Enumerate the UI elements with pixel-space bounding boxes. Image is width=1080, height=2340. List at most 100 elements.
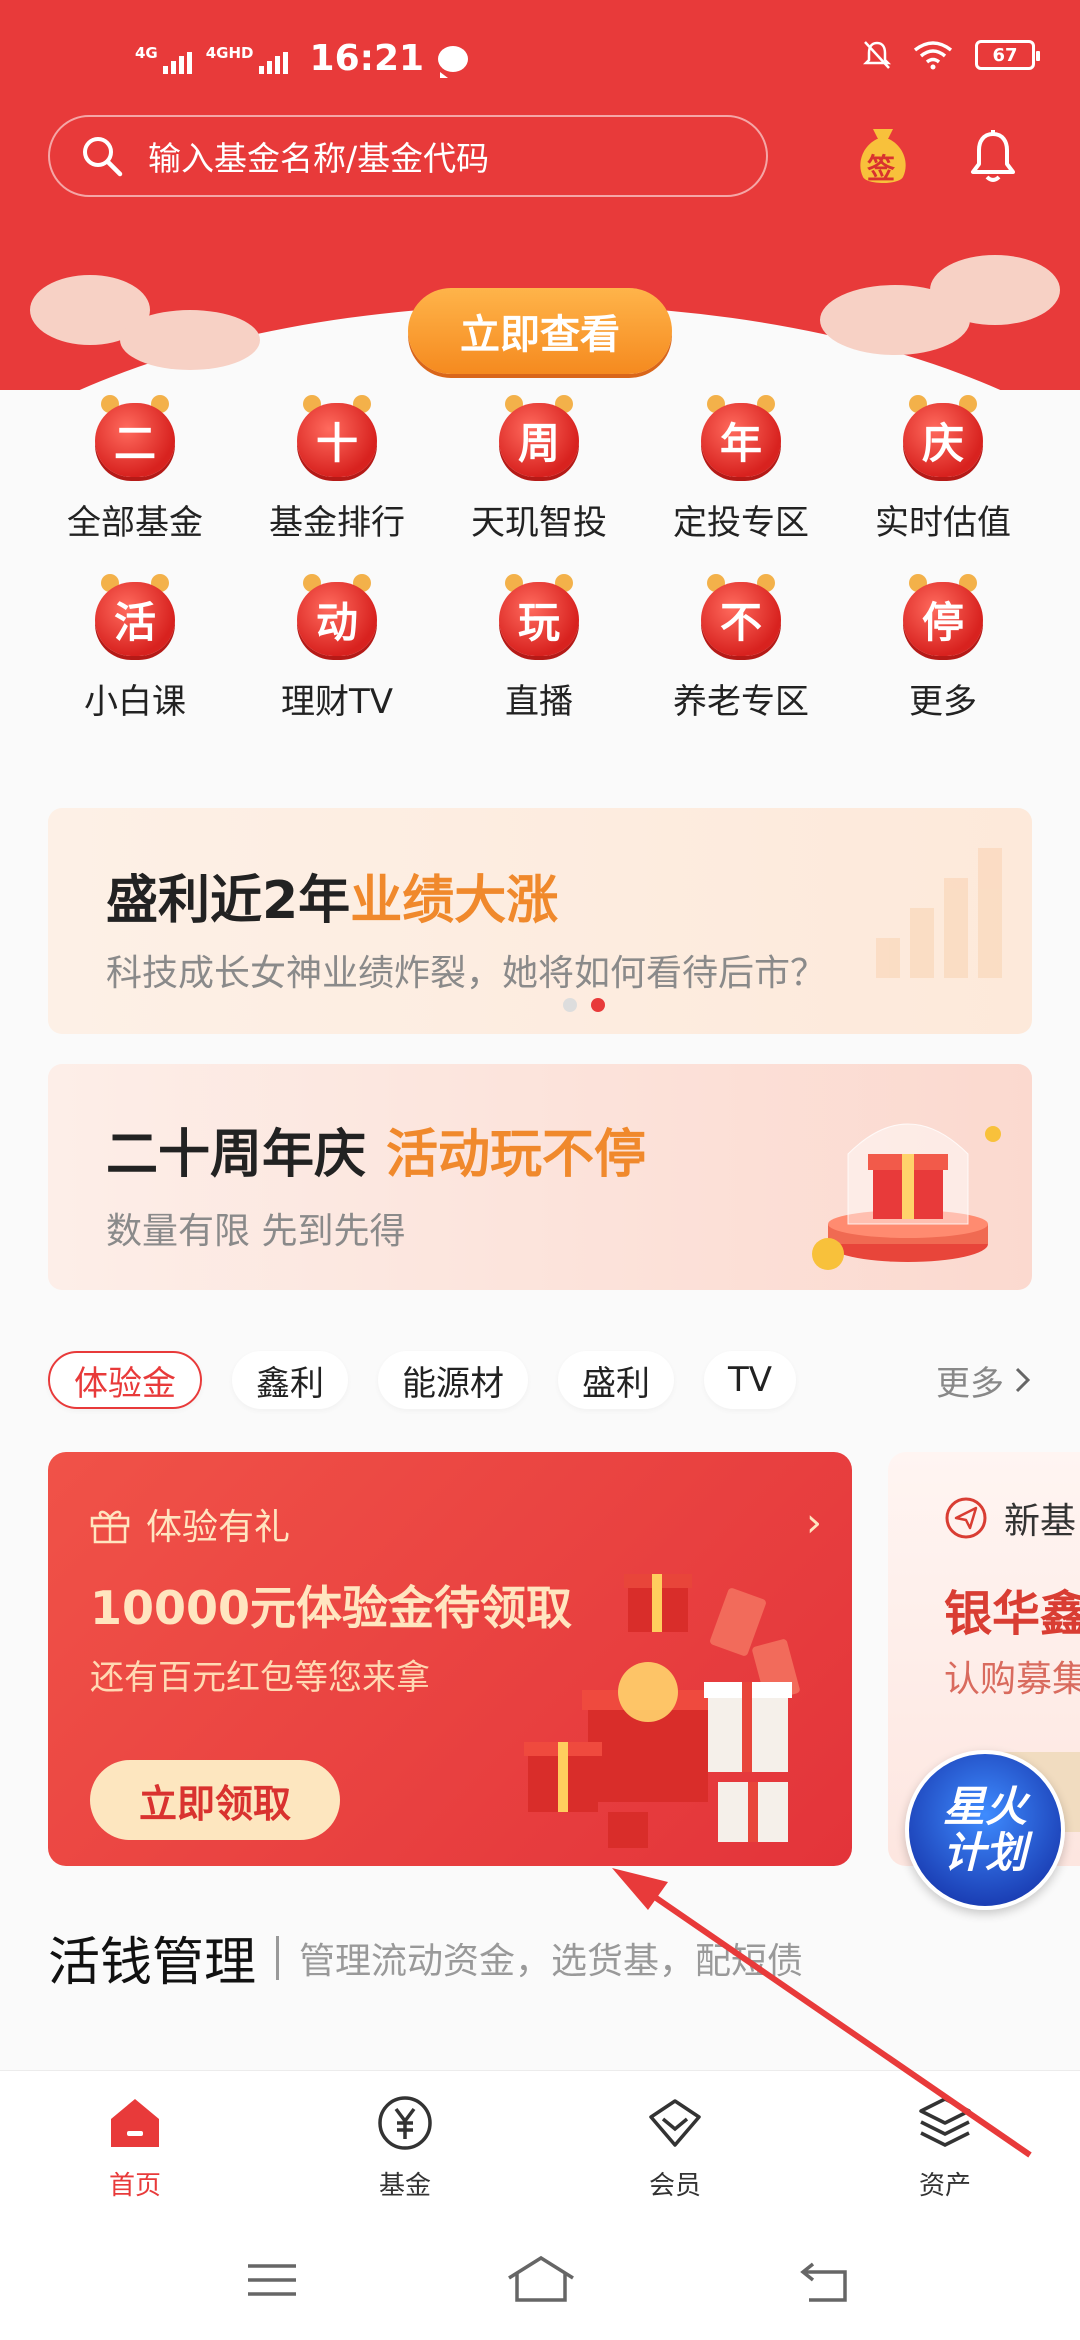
card-header-label: 新基 bbox=[1004, 1501, 1077, 1542]
promo-card-performance[interactable]: 盛利近2年业绩大涨 科技成长女神业绩炸裂，她将如何看待后市？ bbox=[48, 808, 1032, 1034]
grid-label: 定投专区 bbox=[673, 503, 809, 543]
grid-label: 直播 bbox=[505, 682, 573, 722]
search-input[interactable]: 输入基金名称/基金代码 bbox=[48, 115, 768, 197]
tag-energy[interactable]: 能源材 bbox=[378, 1351, 528, 1409]
nav-label: 首页 bbox=[108, 2171, 161, 2201]
home-icon bbox=[111, 2099, 159, 2147]
festival-icon: 年 bbox=[701, 395, 781, 477]
tag-shengli[interactable]: 盛利 bbox=[558, 1351, 674, 1409]
card-headline: 10000元体验金待领取 bbox=[90, 1581, 573, 1635]
festival-icon: 庆 bbox=[903, 395, 983, 477]
nav-label: 资产 bbox=[918, 2171, 971, 2201]
grid-item-fixed-invest[interactable]: 年 定投专区 bbox=[640, 395, 842, 544]
message-icon bbox=[438, 45, 469, 78]
chevron-right-icon: › bbox=[806, 1500, 822, 1546]
signal-icon-2: 4GHD bbox=[206, 44, 288, 74]
grid-item-beginner-class[interactable]: 活 小白课 bbox=[34, 574, 236, 723]
card-subtitle: 还有百元红包等您来拿 bbox=[90, 1658, 430, 1698]
nav-member[interactable]: 会员 bbox=[540, 2071, 810, 2220]
section-subtitle: 管理流动资金，选货基，配短债 bbox=[299, 1940, 804, 1982]
grid-item-realtime-valuation[interactable]: 庆 实时估值 bbox=[842, 395, 1044, 544]
nav-fund[interactable]: 基金 bbox=[270, 2071, 540, 2220]
wifi-icon bbox=[913, 41, 953, 70]
promo-card-anniversary[interactable]: 二十周年庆 活动玩不停 数量有限 先到先得 bbox=[48, 1064, 1032, 1290]
card-header: 体验有礼 bbox=[88, 1498, 290, 1550]
gift-icon bbox=[90, 1510, 130, 1544]
grid-label: 实时估值 bbox=[875, 503, 1011, 543]
grid-item-fund-ranking[interactable]: 十 基金排行 bbox=[236, 395, 438, 544]
back-icon[interactable] bbox=[795, 2250, 855, 2310]
section-header: 活钱管理 管理流动资金，选货基，配短债 bbox=[48, 1920, 803, 1995]
clock: 16:21 bbox=[309, 38, 425, 79]
send-icon bbox=[945, 1497, 987, 1539]
diamond-icon bbox=[649, 2099, 701, 2147]
nav-home[interactable]: 首页 bbox=[0, 2071, 270, 2220]
cloud-decoration bbox=[930, 255, 1060, 325]
nav-label: 基金 bbox=[378, 2171, 431, 2201]
card-headline: 银华鑫 bbox=[944, 1586, 1080, 1642]
festival-icon: 活 bbox=[95, 574, 175, 656]
festival-icon: 周 bbox=[499, 395, 579, 477]
status-bar: 4G 4GHD 16:21 67 bbox=[0, 30, 1080, 90]
menu-icon[interactable] bbox=[242, 2250, 302, 2310]
grid-label: 天玑智投 bbox=[471, 503, 607, 543]
festival-icon: 停 bbox=[903, 574, 983, 656]
gift-pile-icon bbox=[524, 1574, 800, 1848]
battery-icon: 67 bbox=[975, 40, 1040, 70]
card-header-label: 体验有礼 bbox=[146, 1507, 291, 1548]
grid-label: 更多 bbox=[909, 682, 977, 722]
tag-xinli[interactable]: 鑫利 bbox=[232, 1351, 348, 1409]
chevron-right-icon bbox=[1015, 1367, 1031, 1393]
network-type-label: 4G bbox=[135, 43, 158, 62]
silent-mode-icon bbox=[863, 41, 891, 69]
chart-decoration bbox=[876, 848, 1002, 978]
carousel-dots bbox=[563, 998, 605, 1012]
nav-label: 会员 bbox=[648, 2171, 701, 2201]
grid-item-live[interactable]: 玩 直播 bbox=[438, 574, 640, 723]
signal-icon: 4G bbox=[135, 44, 192, 74]
spark-plan-badge[interactable]: 星火 计划 bbox=[905, 1750, 1065, 1910]
nav-assets[interactable]: 资产 bbox=[810, 2071, 1080, 2220]
grid-item-all-funds[interactable]: 二 全部基金 bbox=[34, 395, 236, 544]
layers-icon bbox=[919, 2097, 971, 2147]
battery-level: 67 bbox=[992, 44, 1018, 66]
claim-now-button[interactable]: 立即领取 bbox=[90, 1760, 340, 1840]
network-type-label-2: 4GHD bbox=[205, 43, 254, 62]
cloud-decoration bbox=[120, 310, 260, 370]
card-subtitle: 认购募集 bbox=[944, 1659, 1080, 1700]
notification-bell-icon[interactable] bbox=[965, 128, 1021, 188]
tag-tv[interactable]: TV bbox=[704, 1351, 797, 1409]
card-header: 新基 bbox=[944, 1492, 1076, 1544]
promo-subtitle: 科技成长女神业绩炸裂，她将如何看待后市？ bbox=[106, 953, 827, 994]
grid-item-pension[interactable]: 不 养老专区 bbox=[640, 574, 842, 723]
badge-line1: 星火 bbox=[942, 1782, 1027, 1831]
section-title: 活钱管理 bbox=[48, 1933, 257, 1993]
grid-label: 基金排行 bbox=[269, 503, 405, 543]
tags-more-button[interactable]: 更多 bbox=[936, 1356, 1032, 1405]
grid-item-finance-tv[interactable]: 动 理财TV bbox=[236, 574, 438, 723]
grid-item-smart-invest[interactable]: 周 天玑智投 bbox=[438, 395, 640, 544]
festival-icon: 动 bbox=[297, 574, 377, 656]
feature-grid: 二 全部基金 十 基金排行 周 天玑智投 年 定投专区 庆 实时估值 活 小白课… bbox=[0, 395, 1080, 723]
bottom-nav: 首页 基金 会员 资产 bbox=[0, 2070, 1080, 2220]
search-icon bbox=[83, 137, 123, 177]
tag-trial-fund[interactable]: 体验金 bbox=[48, 1351, 202, 1409]
search-placeholder: 输入基金名称/基金代码 bbox=[148, 139, 490, 178]
grid-label: 小白课 bbox=[84, 682, 186, 722]
sign-label: 签 bbox=[867, 152, 896, 185]
yuan-icon bbox=[378, 2096, 432, 2150]
festival-icon: 二 bbox=[95, 395, 175, 477]
sign-in-button[interactable]: 签 bbox=[855, 125, 911, 187]
header: 4G 4GHD 16:21 67 输入基金名称/基金代码 签 bbox=[0, 0, 1080, 215]
trial-fund-card[interactable]: 体验有礼 › 10000元体验金待领取 还有百元红包等您来拿 立即领取 bbox=[48, 1452, 852, 1866]
festival-icon: 不 bbox=[701, 574, 781, 656]
gift-pedestal-icon bbox=[812, 1123, 1001, 1270]
festival-icon: 十 bbox=[297, 395, 377, 477]
fund-tags: 体验金 鑫利 能源材 盛利 TV 更多 bbox=[48, 1348, 1080, 1412]
grid-label: 理财TV bbox=[280, 682, 394, 722]
home-nav-icon[interactable] bbox=[505, 2250, 577, 2310]
grid-item-more[interactable]: 停 更多 bbox=[842, 574, 1044, 723]
more-label: 更多 bbox=[936, 1363, 1004, 1404]
grid-label: 全部基金 bbox=[67, 503, 203, 543]
view-now-button[interactable]: 立即查看 bbox=[408, 288, 672, 374]
